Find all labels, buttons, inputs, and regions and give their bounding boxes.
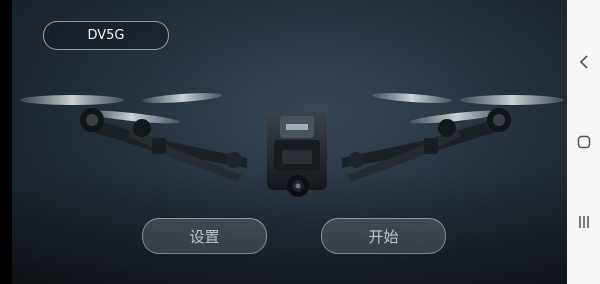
system-navigation-bar (567, 0, 600, 284)
settings-button-label: 设置 (189, 227, 220, 246)
recents-icon[interactable] (575, 213, 592, 230)
start-button[interactable]: 开始 (321, 218, 446, 254)
back-icon[interactable] (575, 53, 592, 70)
home-icon[interactable] (575, 133, 592, 150)
settings-button[interactable]: 设置 (142, 218, 267, 254)
device-screen: DV5G 设置 开始 (0, 0, 600, 284)
start-button-label: 开始 (368, 227, 399, 246)
screen-edge (0, 0, 12, 284)
network-badge: DV5G (43, 21, 169, 50)
network-label: DV5G (87, 28, 125, 43)
app-view: DV5G 设置 开始 (12, 0, 567, 284)
